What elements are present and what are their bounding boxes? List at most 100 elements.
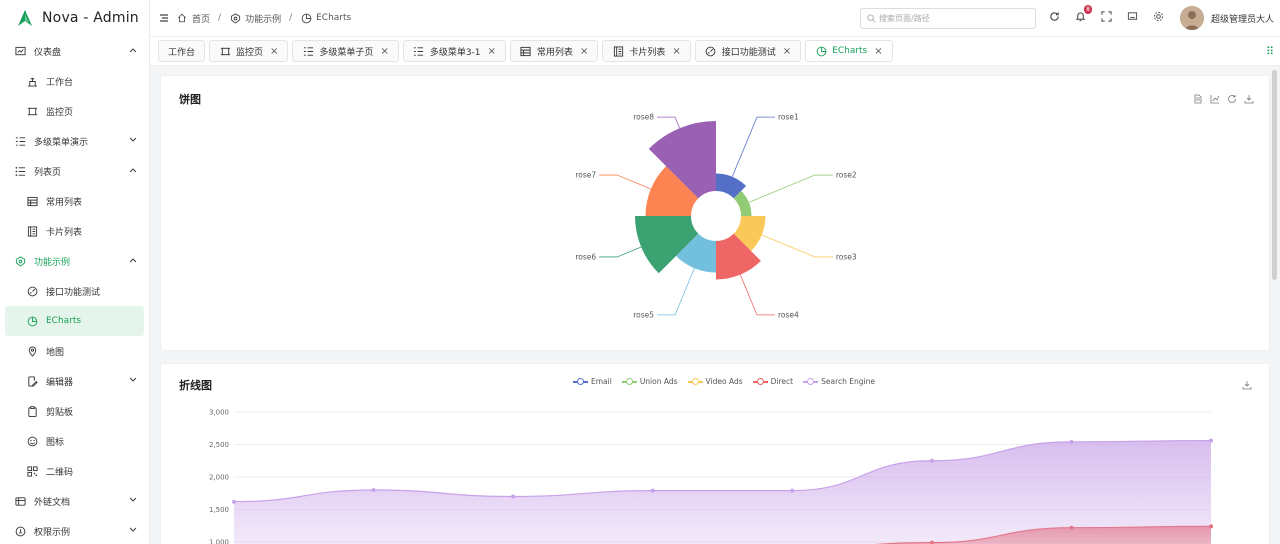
close-icon[interactable]: ×: [580, 46, 588, 57]
label-line-6: [599, 246, 642, 258]
menu-collapse-icon[interactable]: [158, 13, 170, 23]
search-placeholder: 搜索页面/路径: [879, 14, 930, 23]
sidebar-item-map[interactable]: 地图: [0, 336, 149, 366]
breadcrumb-item[interactable]: ECharts: [300, 12, 351, 24]
sidebar-item-features[interactable]: 功能示例: [0, 246, 149, 276]
sidebar-item-clipboard[interactable]: 剪贴板: [0, 396, 149, 426]
tab-3[interactable]: 多级菜单子页 ×: [292, 40, 399, 62]
label-line-8: [657, 116, 681, 129]
sidebar-item-label: 接口功能测试: [46, 287, 101, 298]
line-card: 折线图 Email Union Ads Video Ads Direct Search …: [160, 363, 1270, 544]
search-icon: [867, 14, 876, 23]
sidebar-item-workbench[interactable]: 工作台: [0, 66, 149, 96]
stacked-area-chart[interactable]: 3,000 2,500 2,000 1,500 1,000: [161, 364, 1271, 544]
sidebar-item-dashboard[interactable]: 仪表盘: [0, 36, 149, 66]
tab-7[interactable]: 接口功能测试 ×: [694, 40, 802, 62]
sidebar-item-label: 常用列表: [46, 197, 83, 208]
data-point[interactable]: [371, 488, 376, 492]
sidebar-item-external-docs[interactable]: 外链文档: [0, 486, 149, 516]
chevron-up-icon[interactable]: [127, 256, 139, 266]
breadcrumb-separator: /: [218, 13, 222, 23]
sidebar-item-card-list[interactable]: 卡片列表: [0, 216, 149, 246]
breadcrumb-item[interactable]: 功能示例: [229, 12, 281, 25]
data-point[interactable]: [650, 488, 655, 493]
sidebar-item-label: 列表页: [34, 167, 62, 178]
sidebar-item-qrcode[interactable]: 二维码: [0, 456, 149, 486]
sidebar-item-api-test[interactable]: 接口功能测试: [0, 276, 149, 306]
data-point[interactable]: [232, 499, 236, 504]
qrcode-icon: [26, 465, 38, 477]
area-search-engine: [234, 440, 1211, 544]
rose-pie-chart[interactable]: rose1 rose2 rose3 rose4 rose5 rose6 rose7 rose8: [161, 76, 1271, 352]
refresh-icon[interactable]: [1048, 10, 1060, 22]
sidebar-item-permission[interactable]: 权限示例: [0, 516, 149, 544]
username[interactable]: 超级管理员大人: [1211, 12, 1274, 25]
avatar[interactable]: [1180, 6, 1204, 30]
tab-1[interactable]: 工作台: [158, 40, 206, 62]
close-icon[interactable]: ×: [380, 46, 388, 57]
data-point[interactable]: [1209, 438, 1213, 443]
y-tick-label: 1,000: [209, 539, 229, 544]
sidebar-item-icons[interactable]: 图标: [0, 426, 149, 456]
list-indent-icon: [302, 45, 314, 57]
data-point[interactable]: [790, 488, 795, 493]
close-icon[interactable]: ×: [270, 46, 278, 57]
chevron-down-icon[interactable]: [127, 526, 139, 536]
chevron-down-icon[interactable]: [127, 496, 139, 506]
sidebar-item-editor[interactable]: 编辑器: [0, 366, 149, 396]
close-icon[interactable]: ×: [874, 46, 882, 57]
sidebar-item-label: 功能示例: [34, 257, 71, 268]
display-icon[interactable]: [1126, 10, 1138, 22]
notification-icon[interactable]: 8: [1074, 5, 1092, 22]
label-line-2: [748, 174, 833, 203]
list-indent-icon: [413, 45, 425, 57]
y-tick-label: 2,500: [209, 441, 229, 449]
fullscreen-icon[interactable]: [1100, 10, 1112, 22]
sidebar-item-common-list[interactable]: 常用列表: [0, 186, 149, 216]
data-point[interactable]: [1069, 439, 1074, 444]
sidebar-item-multi-menu[interactable]: 多级菜单演示: [0, 126, 149, 156]
slice-label: rose4: [778, 310, 799, 319]
chevron-up-icon[interactable]: [127, 46, 139, 56]
permission-icon: [14, 525, 26, 537]
slice-label: rose7: [575, 171, 596, 180]
page-scrollbar[interactable]: [1272, 70, 1277, 280]
chevron-up-icon[interactable]: [127, 166, 139, 176]
sidebar: Nova - Admin 仪表盘 工作台监控页多级菜单演示列表页常用列表卡片列表功…: [0, 0, 150, 544]
sidebar-item-label: 监控页: [46, 107, 74, 118]
tab-5[interactable]: 常用列表 ×: [509, 40, 599, 62]
close-icon[interactable]: ×: [783, 46, 791, 57]
slice-label: rose3: [836, 252, 857, 261]
data-point[interactable]: [929, 458, 934, 463]
tab-menu-icon[interactable]: ⠿: [1266, 45, 1274, 58]
monitor-icon: [26, 105, 38, 117]
shield-icon: [14, 255, 26, 267]
dashboard-icon: [14, 45, 26, 57]
sidebar-item-monitor[interactable]: 监控页: [0, 96, 149, 126]
y-tick-label: 3,000: [209, 409, 229, 417]
shield-icon: [229, 12, 241, 24]
data-point[interactable]: [511, 494, 516, 499]
settings-icon[interactable]: [1152, 10, 1164, 22]
breadcrumb-item[interactable]: 首页: [176, 12, 210, 25]
sidebar-item-list-page[interactable]: 列表页: [0, 156, 149, 186]
sidebar-item-label: 卡片列表: [46, 227, 83, 238]
tab-label: 多级菜单3-1: [429, 47, 481, 58]
tab-6[interactable]: 卡片列表 ×: [602, 40, 691, 62]
chevron-down-icon[interactable]: [127, 376, 139, 386]
search-input[interactable]: 搜索页面/路径: [860, 8, 1036, 29]
tab-label: 常用列表: [536, 47, 573, 58]
sidebar-item-echarts[interactable]: ECharts: [5, 306, 144, 336]
sidebar-item-label: 地图: [46, 347, 65, 358]
y-tick-label: 1,500: [209, 506, 229, 514]
tab-4[interactable]: 多级菜单3-1 ×: [402, 40, 506, 62]
tab-8[interactable]: ECharts ×: [805, 40, 893, 62]
breadcrumb-label: 功能示例: [245, 14, 282, 25]
edit-icon: [26, 375, 38, 387]
app-logo[interactable]: Nova - Admin: [0, 0, 149, 36]
close-icon[interactable]: ×: [488, 46, 496, 57]
close-icon[interactable]: ×: [672, 46, 680, 57]
chevron-down-icon[interactable]: [127, 136, 139, 146]
smile-icon: [26, 435, 38, 447]
tab-2[interactable]: 监控页 ×: [209, 40, 289, 62]
